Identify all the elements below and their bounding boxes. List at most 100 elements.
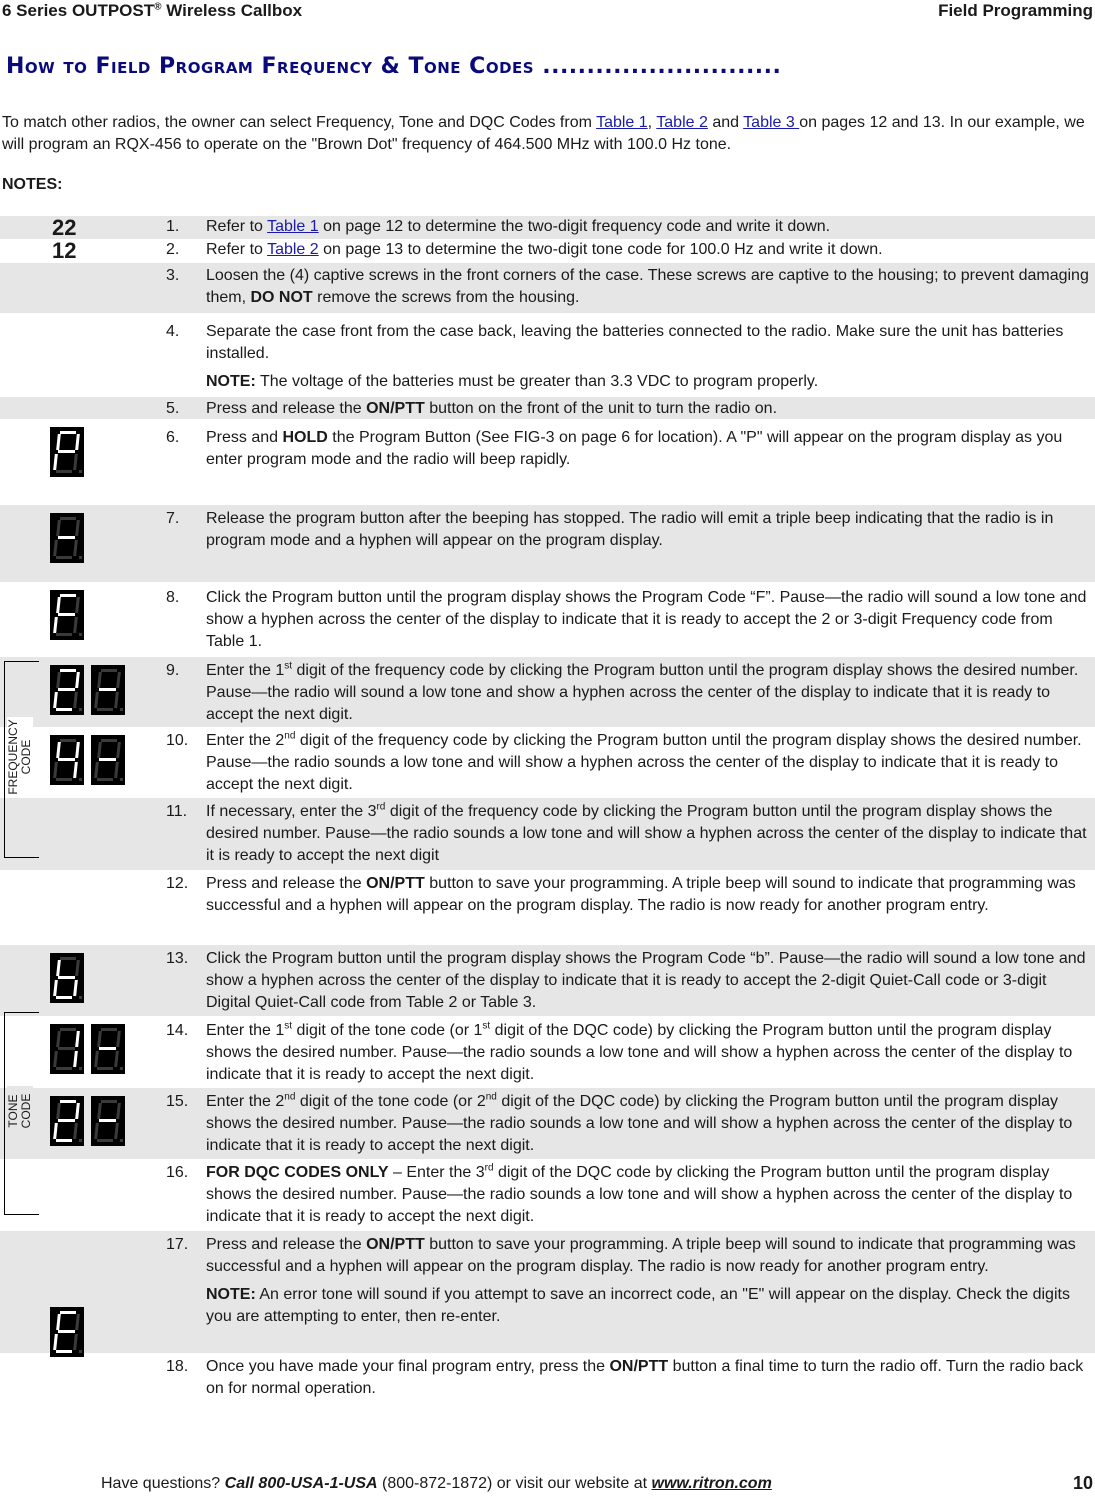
- segment-dp: [120, 778, 123, 781]
- segment-c: [114, 692, 119, 708]
- step-text: Press and release the ON/PTT button to s…: [206, 1234, 1095, 1328]
- segment-f: [56, 1103, 61, 1119]
- segment-d: [97, 1067, 113, 1070]
- segment-d: [97, 708, 113, 711]
- step-number: 16.: [166, 1164, 189, 1181]
- link-table-2[interactable]: Table 2: [656, 114, 708, 131]
- step-row: 6. Press and HOLD the Program Button (Se…: [0, 419, 1095, 505]
- step-number: 14.: [166, 1022, 189, 1039]
- segment-a: [60, 594, 76, 597]
- website-link[interactable]: www.ritron.com: [652, 1475, 772, 1492]
- segment-g: [99, 1047, 116, 1050]
- segment-e: [53, 1123, 58, 1139]
- step-row: 12 2. Refer to Table 2 on page 13 to det…: [0, 232, 1095, 263]
- tone-code-bracket: [4, 1012, 39, 1215]
- segment-g: [58, 613, 75, 616]
- step-number: 6.: [166, 429, 180, 446]
- bracket-tick: [5, 1214, 39, 1215]
- segment-e: [94, 692, 99, 708]
- seven-segment-display: [91, 735, 125, 785]
- segment-a: [60, 1311, 76, 1314]
- segment-b: [75, 672, 80, 688]
- segment-e: [94, 762, 99, 778]
- segment-e: [53, 1334, 58, 1350]
- segment-a: [60, 739, 76, 742]
- step-row: 7. Release the program button after the …: [0, 505, 1095, 582]
- segment-a: [60, 431, 76, 434]
- segment-a: [101, 739, 117, 742]
- segment-dp: [79, 1139, 82, 1142]
- step-number: 4.: [166, 323, 180, 340]
- step-number: 3.: [166, 267, 180, 284]
- segment-f: [56, 520, 61, 536]
- link-table-3[interactable]: Table 3: [743, 114, 799, 131]
- segment-e: [53, 762, 58, 778]
- step-row: 17. Press and release the ON/PTT button …: [0, 1231, 1095, 1357]
- segment-c: [114, 762, 119, 778]
- document-title: 6 Series OUTPOST® Wireless Callbox: [2, 1, 303, 20]
- segment-g: [58, 536, 75, 539]
- segment-dp: [120, 1067, 123, 1070]
- segment-dp: [120, 1139, 123, 1142]
- segment-b: [75, 1314, 80, 1330]
- link-table-2[interactable]: Table 2: [267, 241, 319, 258]
- step-row: 11. If necessary, enter the 3rd digit of…: [0, 798, 1095, 870]
- step-row: 14. Enter the 1st digit of the tone code…: [0, 1016, 1095, 1088]
- page-number: 10: [1072, 1473, 1093, 1493]
- link-table-1[interactable]: Table 1: [596, 114, 648, 131]
- segment-c: [73, 1123, 78, 1139]
- segment-d: [56, 1139, 72, 1142]
- segment-a: [101, 1100, 117, 1103]
- step-row: 4. Separate the case front from the case…: [0, 313, 1095, 397]
- segment-b: [75, 960, 80, 976]
- segment-f: [56, 1031, 61, 1047]
- page-title: How to Field Program Frequency & Tone Co…: [6, 54, 782, 79]
- step-number: 5.: [166, 400, 180, 417]
- segment-c: [114, 1051, 119, 1067]
- frequency-code-label: FREQUENCY CODE: [6, 717, 33, 797]
- seven-segment-display: [50, 1096, 84, 1146]
- seven-segment-display: [50, 1024, 84, 1074]
- seven-segment-display: [91, 1096, 125, 1146]
- segment-d: [56, 470, 72, 473]
- bracket-tick: [5, 661, 39, 662]
- segment-f: [56, 434, 61, 450]
- segment-b: [116, 1103, 121, 1119]
- step-row: 9. Enter the 1st digit of the frequency …: [0, 657, 1095, 727]
- step-text: Enter the 2nd digit of the frequency cod…: [206, 730, 1082, 793]
- seven-segment-display: [50, 590, 84, 640]
- segment-c: [73, 1334, 78, 1350]
- step-number: 10.: [166, 732, 189, 749]
- segment-b: [116, 1031, 121, 1047]
- intro-paragraph: To match other radios, the owner can sel…: [2, 114, 1085, 153]
- contact-line: Have questions? Call 800-USA-1-USA (800-…: [101, 1475, 772, 1492]
- segment-dp: [79, 470, 82, 473]
- segment-g: [58, 688, 75, 691]
- step-text: Enter the 2nd digit of the tone code (or…: [206, 1091, 1073, 1154]
- step-number: 17.: [166, 1236, 189, 1253]
- segment-dp: [79, 778, 82, 781]
- step-row: 15. Enter the 2nd digit of the tone code…: [0, 1088, 1095, 1159]
- segment-dp: [79, 556, 82, 559]
- segment-dp: [79, 708, 82, 711]
- phone-number[interactable]: Call 800-USA-1-USA: [225, 1475, 378, 1492]
- seven-segment-display: [50, 513, 84, 563]
- segment-d: [56, 1067, 72, 1070]
- step-row: 3. Loosen the (4) captive screws in the …: [0, 263, 1095, 313]
- segment-c: [73, 617, 78, 633]
- step-number: 12.: [166, 875, 189, 892]
- step-text: Press and release the ON/PTT button on t…: [206, 400, 778, 417]
- segment-e: [53, 540, 58, 556]
- step-text: FOR DQC CODES ONLY – Enter the 3rd digit…: [206, 1162, 1073, 1225]
- segment-g: [99, 1119, 116, 1122]
- step-number: 15.: [166, 1093, 189, 1110]
- segment-g: [99, 688, 116, 691]
- segment-d: [56, 996, 72, 999]
- bracket-tick: [5, 1012, 39, 1013]
- segment-f: [97, 742, 102, 758]
- segment-b: [75, 742, 80, 758]
- segment-f: [56, 597, 61, 613]
- bracket-tick: [5, 857, 39, 858]
- segment-c: [73, 692, 78, 708]
- segment-dp: [79, 996, 82, 999]
